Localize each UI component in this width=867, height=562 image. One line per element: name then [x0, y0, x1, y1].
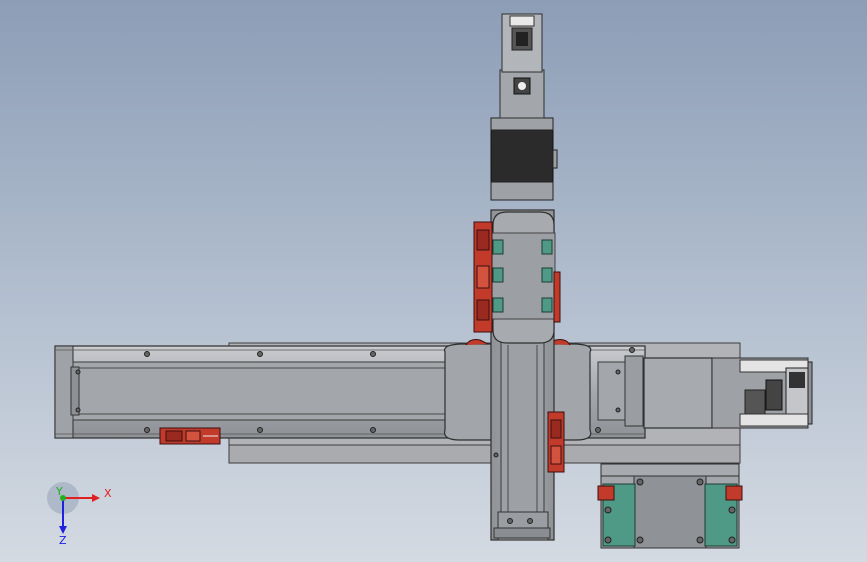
- triad-x-label: X: [104, 487, 112, 500]
- cad-model-scene[interactable]: X Y Z: [0, 0, 867, 562]
- x-axis-limit-sensor: [159, 427, 221, 445]
- triad-y-label: Y: [55, 485, 63, 498]
- y-axis-slide-block: [490, 211, 556, 344]
- triad-z-label: Z: [59, 534, 67, 547]
- axis-triad: X Y Z: [47, 482, 112, 547]
- x-axis-stepper-motor: [643, 357, 813, 429]
- y-axis-stepper-motor: [490, 13, 558, 201]
- y-axis-limit-sensor-lower: [547, 411, 565, 473]
- cad-viewport[interactable]: X Y Z: [0, 0, 867, 562]
- mounting-bracket-lower: [597, 463, 743, 549]
